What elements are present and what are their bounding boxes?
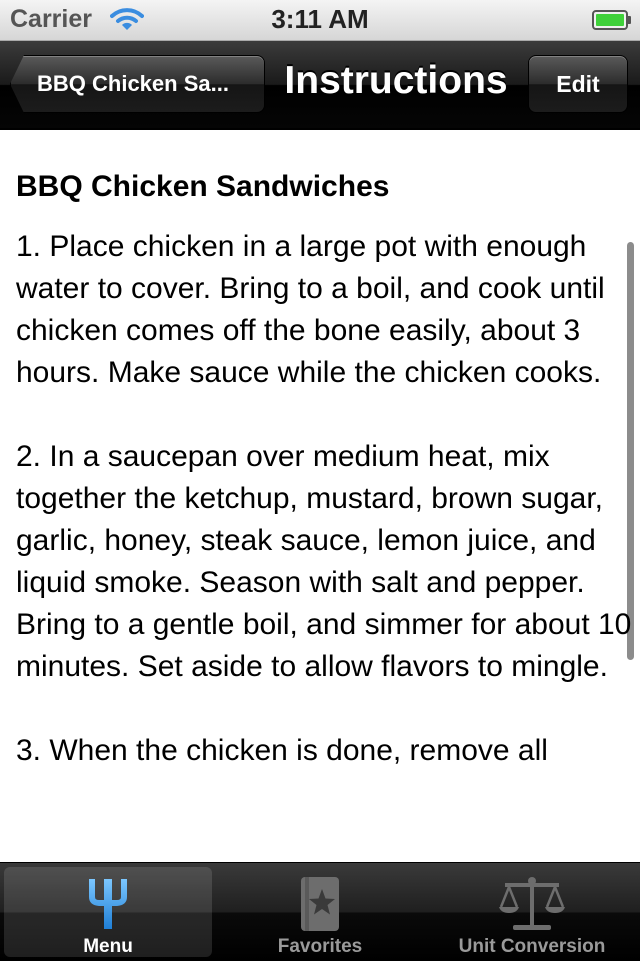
status-time: 3:11 AM [271, 4, 369, 34]
status-bar: Carrier 3:11 AM [0, 0, 640, 41]
recipe-title: BBQ Chicken Sandwiches [16, 170, 390, 203]
back-button[interactable]: BBQ Chicken Sa... [10, 55, 265, 113]
recipe-instructions: 1. Place chicken in a large pot with eno… [16, 226, 634, 772]
favorites-star-icon [216, 875, 424, 938]
instruction-step-3: 3. When the chicken is done, remove all [16, 734, 548, 767]
instruction-step-1: 1. Place chicken in a large pot with eno… [16, 230, 605, 389]
instruction-step-2: 2. In a saucepan over medium heat, mix t… [16, 440, 632, 683]
tab-menu-label: Menu [83, 936, 133, 957]
instructions-scroll-view[interactable]: BBQ Chicken Sandwiches 1. Place chicken … [0, 130, 640, 862]
tab-unit-conversion-label: Unit Conversion [458, 936, 606, 957]
tab-favorites[interactable]: Favorites [216, 867, 424, 957]
page-title: Instructions [284, 59, 508, 102]
tab-favorites-label: Favorites [277, 936, 363, 957]
edit-button[interactable]: Edit [528, 55, 628, 113]
scroll-indicator[interactable] [627, 242, 634, 660]
scale-icon [428, 875, 636, 938]
navigation-bar: BBQ Chicken Sa... Instructions Edit [0, 41, 640, 130]
tab-menu[interactable]: Menu [4, 867, 212, 957]
tab-unit-conversion[interactable]: Unit Conversion [428, 867, 636, 957]
fork-icon [4, 875, 212, 936]
tab-bar: Menu Favorites Unit Conversion [0, 862, 640, 961]
battery-icon [592, 10, 632, 35]
